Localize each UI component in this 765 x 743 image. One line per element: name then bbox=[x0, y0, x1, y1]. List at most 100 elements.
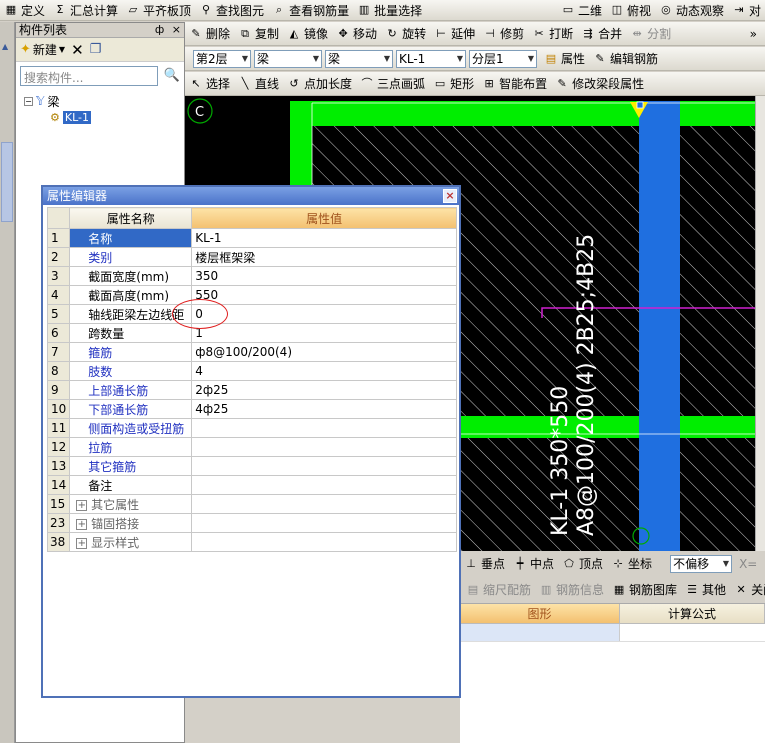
property-row[interactable]: 7 箍筋 ф8@100/200(4) bbox=[46, 342, 457, 362]
break-button[interactable]: ✂ 打断 bbox=[528, 24, 577, 43]
pin-icon[interactable]: ф bbox=[155, 23, 164, 36]
2d-button[interactable]: ▭ 二维 bbox=[557, 1, 606, 20]
more-icon[interactable]: » bbox=[750, 27, 765, 41]
property-value[interactable]: 楼层框架梁 bbox=[191, 247, 457, 267]
rebar-table-row[interactable] bbox=[460, 624, 765, 642]
property-value[interactable] bbox=[191, 475, 457, 495]
property-value[interactable] bbox=[191, 513, 457, 533]
dialog-close-button[interactable]: × bbox=[443, 189, 457, 203]
move-button[interactable]: ✥ 移动 bbox=[332, 24, 381, 43]
canvas-scrollbar[interactable] bbox=[755, 96, 765, 551]
property-row[interactable]: 5 轴线距梁左边线距 0 bbox=[46, 304, 457, 324]
property-row[interactable]: 1 名称 KL-1 bbox=[46, 228, 457, 248]
sum-button[interactable]: Σ 汇总计算 bbox=[49, 1, 122, 20]
merge-button[interactable]: ⇶ 合并 bbox=[577, 24, 626, 43]
coord-button[interactable]: ⊹ 坐标 bbox=[607, 554, 656, 573]
property-value[interactable] bbox=[191, 456, 457, 476]
grip-point[interactable] bbox=[636, 101, 644, 109]
property-value[interactable]: 4 bbox=[191, 361, 457, 381]
rect-button[interactable]: ▭ 矩形 bbox=[429, 74, 478, 93]
new-button[interactable]: ✦ 新建 ▼ bbox=[20, 41, 65, 58]
property-value[interactable]: 350 bbox=[191, 266, 457, 286]
expand-icon[interactable]: + bbox=[76, 499, 88, 511]
dynamic-view-button[interactable]: ◎ 动态观察 bbox=[655, 1, 728, 20]
copy-icon[interactable]: ❐ bbox=[90, 42, 102, 57]
collapse-icon[interactable]: − bbox=[24, 96, 33, 106]
tree-root[interactable]: − 𝕐 梁 bbox=[24, 93, 91, 109]
property-row[interactable]: 9 上部通长筋 2ф25 bbox=[46, 380, 457, 400]
property-value[interactable]: 550 bbox=[191, 285, 457, 305]
property-row[interactable]: 3 截面宽度(mm) 350 bbox=[46, 266, 457, 286]
property-value[interactable]: ф8@100/200(4) bbox=[191, 342, 457, 362]
arc-button[interactable]: ⌒ 三点画弧 bbox=[356, 74, 429, 93]
perpendicular-button[interactable]: ⊥ 垂点 bbox=[460, 554, 509, 573]
property-row[interactable]: 11 侧面构造或受扭筋 bbox=[46, 418, 457, 438]
ruler-rebar-button[interactable]: ▤ 缩尺配筋 bbox=[462, 580, 535, 599]
property-row[interactable]: 4 截面高度(mm) 550 bbox=[46, 285, 457, 305]
property-value[interactable] bbox=[191, 532, 457, 552]
type2-select[interactable]: 梁 ▼ bbox=[325, 49, 393, 68]
property-row[interactable]: 10 下部通长筋 4ф25 bbox=[46, 399, 457, 419]
strip-tab[interactable] bbox=[1, 142, 13, 222]
expand-icon[interactable]: + bbox=[76, 518, 88, 530]
point-length-button[interactable]: ↺ 点加长度 bbox=[283, 74, 356, 93]
search-input[interactable]: 搜索构件... bbox=[20, 66, 158, 86]
trim-button[interactable]: ⊣ 修剪 bbox=[479, 24, 528, 43]
floor-select[interactable]: 第2层 ▼ bbox=[193, 49, 251, 68]
property-value[interactable]: 4ф25 bbox=[191, 399, 457, 419]
strip-arrow-icon[interactable]: ▲ bbox=[2, 42, 12, 52]
property-row[interactable]: 12 拉筋 bbox=[46, 437, 457, 457]
rotate-button[interactable]: ↻ 旋转 bbox=[381, 24, 430, 43]
other-button[interactable]: ☰ 其他 bbox=[681, 580, 730, 599]
close-icon[interactable]: × bbox=[172, 23, 181, 36]
delete-icon[interactable]: ✕ bbox=[71, 41, 84, 59]
line-button[interactable]: ╲ 直线 bbox=[234, 74, 283, 93]
element-select[interactable]: KL-1 ▼ bbox=[396, 49, 466, 68]
property-value[interactable] bbox=[191, 437, 457, 457]
edit-rebar-button[interactable]: ✎ 编辑钢筋 bbox=[589, 49, 662, 68]
property-row[interactable]: 6 跨数量 1 bbox=[46, 323, 457, 343]
property-value[interactable]: 0 bbox=[191, 304, 457, 324]
rebar-library-button[interactable]: ▦ 钢筋图库 bbox=[608, 580, 681, 599]
sublayer-select[interactable]: 分层1 ▼ bbox=[469, 49, 537, 68]
property-value[interactable] bbox=[191, 494, 457, 514]
search-icon[interactable]: 🔍 bbox=[162, 66, 182, 86]
type1-select[interactable]: 梁 ▼ bbox=[254, 49, 322, 68]
property-value[interactable]: KL-1 bbox=[191, 228, 457, 248]
find-button[interactable]: ⚲ 查找图元 bbox=[195, 1, 268, 20]
level-slab-button[interactable]: ▱ 平齐板顶 bbox=[122, 1, 195, 20]
view-rebar-button[interactable]: ⌕ 查看钢筋量 bbox=[268, 1, 353, 20]
property-row[interactable]: 13 其它箍筋 bbox=[46, 456, 457, 476]
expand-icon[interactable]: + bbox=[76, 537, 88, 549]
dialog-title-bar[interactable]: 属性编辑器 × bbox=[43, 187, 459, 205]
align-button[interactable]: ⇥ 对 bbox=[728, 1, 765, 20]
smart-layout-button[interactable]: ⊞ 智能布置 bbox=[478, 74, 551, 93]
property-row[interactable]: 38 + 显示样式 bbox=[46, 532, 457, 552]
batch-select-button[interactable]: ▥ 批量选择 bbox=[353, 1, 426, 20]
property-value[interactable]: 2ф25 bbox=[191, 380, 457, 400]
top-view-button[interactable]: ◫ 俯视 bbox=[606, 1, 655, 20]
select-button[interactable]: ↖ 选择 bbox=[185, 74, 234, 93]
property-value[interactable]: 1 bbox=[191, 323, 457, 343]
property-row[interactable]: 8 肢数 4 bbox=[46, 361, 457, 381]
property-row[interactable]: 14 备注 bbox=[46, 475, 457, 495]
property-row[interactable]: 23 + 锚固搭接 bbox=[46, 513, 457, 533]
property-value[interactable] bbox=[191, 418, 457, 438]
close-button[interactable]: ✕关闭 bbox=[730, 580, 765, 599]
merge-icon: ⇶ bbox=[583, 26, 593, 40]
delete-button[interactable]: ✎ 删除 bbox=[185, 24, 234, 43]
copy-button[interactable]: ⧉ 复制 bbox=[234, 24, 283, 43]
extend-button[interactable]: ⊢ 延伸 bbox=[430, 24, 479, 43]
rebar-info-button[interactable]: ▥ 钢筋信息 bbox=[535, 580, 608, 599]
modify-span-button[interactable]: ✎ 修改梁段属性 bbox=[551, 74, 648, 93]
property-row[interactable]: 2 类别 楼层框架梁 bbox=[46, 247, 457, 267]
midpoint-button[interactable]: ┿ 中点 bbox=[509, 554, 558, 573]
offset-select[interactable]: 不偏移 ▼ bbox=[670, 554, 733, 573]
property-row[interactable]: 15 + 其它属性 bbox=[46, 494, 457, 514]
vertex-button[interactable]: ⬠ 顶点 bbox=[558, 554, 607, 573]
define-button[interactable]: ▦ 定义 bbox=[0, 1, 49, 20]
mirror-button[interactable]: ◭ 镜像 bbox=[283, 24, 332, 43]
tree-child[interactable]: ⚙ KL-1 bbox=[24, 109, 91, 125]
split-button[interactable]: ⇹ 分割 bbox=[626, 24, 675, 43]
attr-button[interactable]: ▤ 属性 bbox=[540, 49, 589, 68]
